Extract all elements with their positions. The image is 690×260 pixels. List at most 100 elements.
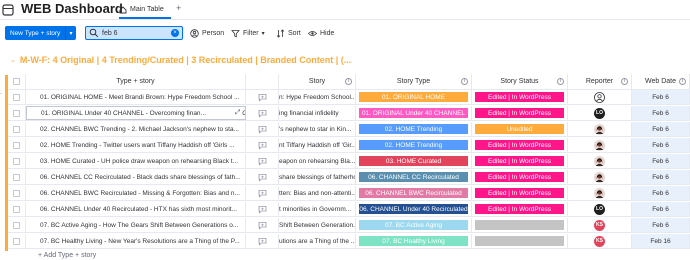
reporter-cell[interactable]: LO (568, 106, 632, 120)
story-status-cell[interactable]: Edited | In WordPress (472, 138, 568, 152)
story-type-cell[interactable]: 06. CHANNEL BWC Recirculated (356, 186, 472, 200)
web-date-cell[interactable]: Feb 6 (632, 186, 690, 200)
updates-cell[interactable] (246, 154, 279, 168)
reporter-cell[interactable] (568, 186, 632, 200)
item-name[interactable]: 06. CHANNEL BWC Recirculated - Missing &… (26, 186, 246, 200)
reporter-cell[interactable] (568, 170, 632, 184)
story-type-cell[interactable]: 02. HOME Trending (356, 122, 472, 136)
clear-search-icon[interactable]: × (171, 29, 179, 37)
web-date-cell[interactable]: Feb 6 (632, 122, 690, 136)
add-update-icon[interactable] (258, 125, 267, 134)
story-type-cell[interactable]: 02. HOME Trending (356, 138, 472, 152)
table-row[interactable]: 03. HOME Curated - UH police draw weapon… (8, 154, 690, 169)
hide-button[interactable]: Hide (308, 26, 334, 40)
group-title[interactable]: M-W-F: 4 Original | 4 Trending/Curated |… (20, 55, 351, 65)
table-row[interactable]: 06. CHANNEL BWC Recirculated - Missing &… (8, 186, 690, 201)
story-cell[interactable]: t minorities in Governm... (279, 202, 356, 216)
add-update-icon[interactable] (258, 109, 267, 118)
column-header-name[interactable]: Type + story (26, 74, 246, 89)
story-cell[interactable]: tten: Bias and non-attenti... (279, 186, 356, 200)
select-all-checkbox[interactable] (8, 74, 26, 89)
row-checkbox[interactable] (8, 154, 26, 168)
story-status-cell[interactable]: Unedited (472, 122, 568, 136)
item-name[interactable]: 07. BC Active Aging - How The Gears Shif… (26, 218, 246, 232)
column-header-reporter[interactable]: Reporter i (568, 74, 632, 89)
reporter-cell[interactable] (568, 138, 632, 152)
reporter-cell[interactable] (568, 90, 632, 104)
add-update-icon[interactable] (258, 189, 267, 198)
item-name[interactable]: 02. HOME Trending - Twitter users want T… (26, 138, 246, 152)
updates-cell[interactable] (246, 90, 279, 104)
web-date-cell[interactable]: Feb 6 (632, 202, 690, 216)
reporter-cell[interactable] (568, 122, 632, 136)
updates-cell[interactable] (246, 202, 279, 216)
row-checkbox[interactable] (8, 138, 26, 152)
open-item-button[interactable]: ⤢Open (233, 109, 245, 117)
add-view-button[interactable]: + (176, 3, 181, 13)
updates-cell[interactable] (246, 218, 279, 232)
info-icon[interactable]: i (557, 78, 564, 85)
item-name[interactable]: 01. ORIGINAL Under 40 CHANNEL - Overcomi… (26, 106, 246, 120)
story-cell[interactable]: Shift Between Generation... (279, 218, 356, 232)
new-item-button[interactable]: New Type + story ▾ (5, 26, 76, 40)
add-update-icon[interactable] (258, 237, 267, 246)
board-title[interactable]: WEB Dashboard (21, 1, 123, 16)
row-checkbox[interactable] (8, 234, 26, 248)
row-checkbox[interactable] (8, 186, 26, 200)
table-row[interactable]: 02. HOME Trending - Twitter users want T… (8, 138, 690, 153)
row-checkbox[interactable] (8, 106, 26, 120)
tab-main-table[interactable]: Main Table (119, 2, 164, 17)
reporter-cell[interactable] (568, 154, 632, 168)
web-date-cell[interactable]: Feb 6 (632, 218, 690, 232)
info-icon[interactable]: i (345, 78, 352, 85)
web-date-cell[interactable]: Feb 16 (632, 234, 690, 248)
table-row[interactable]: 07. BC Active Aging - How The Gears Shif… (8, 218, 690, 233)
item-name[interactable]: 03. HOME Curated - UH police draw weapon… (26, 154, 246, 168)
updates-cell[interactable] (246, 106, 279, 120)
add-update-icon[interactable] (258, 157, 267, 166)
story-type-cell[interactable]: 07. BC Active Aging (356, 218, 472, 232)
item-name[interactable]: 07. BC Healthy Living - New Year's Resol… (26, 234, 246, 248)
updates-cell[interactable] (246, 170, 279, 184)
story-cell[interactable]: 's nephew to star in Kin... (279, 122, 356, 136)
column-header-story[interactable]: Story i (279, 74, 356, 89)
item-name[interactable]: 06. CHANNEL Under 40 Recirculated - HTX … (26, 202, 246, 216)
story-status-cell[interactable]: Edited | In WordPress (472, 170, 568, 184)
table-row[interactable]: 01. ORIGINAL Under 40 CHANNEL - Overcomi… (8, 106, 690, 121)
chevron-down-icon[interactable]: ▾ (66, 30, 76, 37)
table-row[interactable]: 07. BC Healthy Living - New Year's Resol… (8, 234, 690, 249)
info-icon[interactable]: i (461, 78, 468, 85)
story-status-cell[interactable] (472, 218, 568, 232)
item-name[interactable]: 02. CHANNEL BWC Trending - 2. Michael Ja… (26, 122, 246, 136)
web-date-cell[interactable]: Feb 6 (632, 154, 690, 168)
story-status-cell[interactable]: Edited | In WordPress (472, 106, 568, 120)
updates-cell[interactable] (246, 234, 279, 248)
search-input[interactable]: feb 6 × (85, 26, 183, 40)
reporter-cell[interactable]: LO (568, 202, 632, 216)
story-status-cell[interactable]: Edited | In WordPress (472, 90, 568, 104)
chevron-down-icon[interactable]: ⌄ (10, 56, 16, 64)
story-type-cell[interactable]: 07. BC Healthy Living (356, 234, 472, 248)
group-header[interactable]: ⌄ M-W-F: 4 Original | 4 Trending/Curated… (10, 55, 351, 65)
story-cell[interactable]: n: Hype Freedom School... (279, 90, 356, 104)
story-type-cell[interactable]: 06. CHANNEL Under 40 Recirculated (356, 202, 472, 216)
story-cell[interactable]: eapon on rehearsing Bla... (279, 154, 356, 168)
updates-cell[interactable] (246, 122, 279, 136)
column-header-status[interactable]: Story Status i (472, 74, 568, 89)
item-name[interactable]: 06. CHANNEL CC Recirculated - Black dads… (26, 170, 246, 184)
web-date-cell[interactable]: Feb 6 (632, 106, 690, 120)
story-status-cell[interactable] (472, 234, 568, 248)
story-status-cell[interactable]: Edited | In WordPress (472, 186, 568, 200)
add-item-button[interactable]: + Add Type + story (38, 252, 96, 259)
table-row[interactable]: 06. CHANNEL CC Recirculated - Black dads… (8, 170, 690, 185)
story-status-cell[interactable]: Edited | In WordPress (472, 202, 568, 216)
add-update-icon[interactable] (258, 205, 267, 214)
reporter-cell[interactable]: KS (568, 234, 632, 248)
story-cell[interactable]: ing financial infidelity (279, 106, 356, 120)
sort-button[interactable]: Sort (276, 26, 301, 40)
story-status-cell[interactable]: Edited | In WordPress (472, 154, 568, 168)
story-type-cell[interactable]: 06. CHANNEL CC Recirculated (356, 170, 472, 184)
info-icon[interactable]: i (621, 78, 628, 85)
add-update-icon[interactable] (258, 141, 267, 150)
info-icon[interactable]: i (679, 78, 686, 85)
